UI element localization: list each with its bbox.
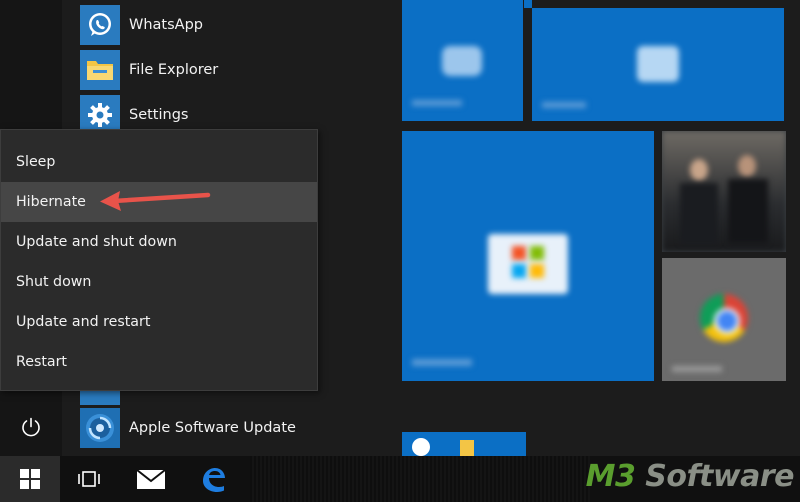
app-label: WhatsApp (129, 17, 203, 33)
apple-update-icon (80, 408, 120, 448)
power-button[interactable] (12, 407, 50, 447)
app-file-explorer[interactable]: File Explorer (80, 50, 218, 90)
folder-icon (80, 50, 120, 90)
app-whatsapp[interactable]: WhatsApp (80, 5, 203, 45)
live-tile-people[interactable] (662, 131, 786, 252)
live-tile-group-bottom[interactable] (402, 432, 526, 456)
watermark-logo: M3 Software (585, 459, 795, 494)
app-label: Apple Software Update (129, 420, 296, 436)
menu-item-restart[interactable]: Restart (1, 342, 317, 382)
app-tile-partial (80, 391, 120, 405)
app-label: File Explorer (129, 62, 219, 78)
menu-item-update-and-restart[interactable]: Update and restart (1, 302, 317, 342)
task-view-button[interactable] (60, 456, 118, 502)
menu-item-shut-down[interactable]: Shut down (1, 262, 317, 302)
watermark-suffix: Software (635, 459, 794, 494)
menu-item-update-and-shut-down[interactable]: Update and shut down (1, 222, 317, 262)
live-tile-chrome[interactable] (662, 258, 786, 381)
tile-gap (784, 0, 800, 121)
annotation-arrow-icon (100, 191, 211, 211)
start-button[interactable] (0, 456, 60, 502)
live-tile-2[interactable] (532, 8, 784, 121)
live-tile-store[interactable] (402, 131, 654, 381)
whatsapp-icon (80, 5, 120, 45)
live-tile-1[interactable] (402, 0, 523, 121)
app-apple-software-update[interactable]: Apple Software Update (80, 408, 296, 448)
watermark-prefix: M3 (585, 459, 636, 494)
tile-gap-right (786, 121, 800, 391)
task-view-icon (78, 471, 100, 487)
power-options-menu: Sleep Hibernate Update and shut down Shu… (0, 129, 318, 391)
menu-item-sleep[interactable]: Sleep (1, 142, 317, 182)
tile-edge (524, 0, 532, 8)
app-label: Settings (129, 107, 189, 123)
start-windows-icon (20, 469, 40, 489)
edge-icon (203, 468, 225, 492)
taskbar-empty-space (250, 456, 590, 502)
edge-button[interactable] (184, 456, 242, 502)
mail-icon (136, 469, 166, 489)
power-icon (22, 417, 40, 437)
mail-button[interactable] (122, 456, 180, 502)
